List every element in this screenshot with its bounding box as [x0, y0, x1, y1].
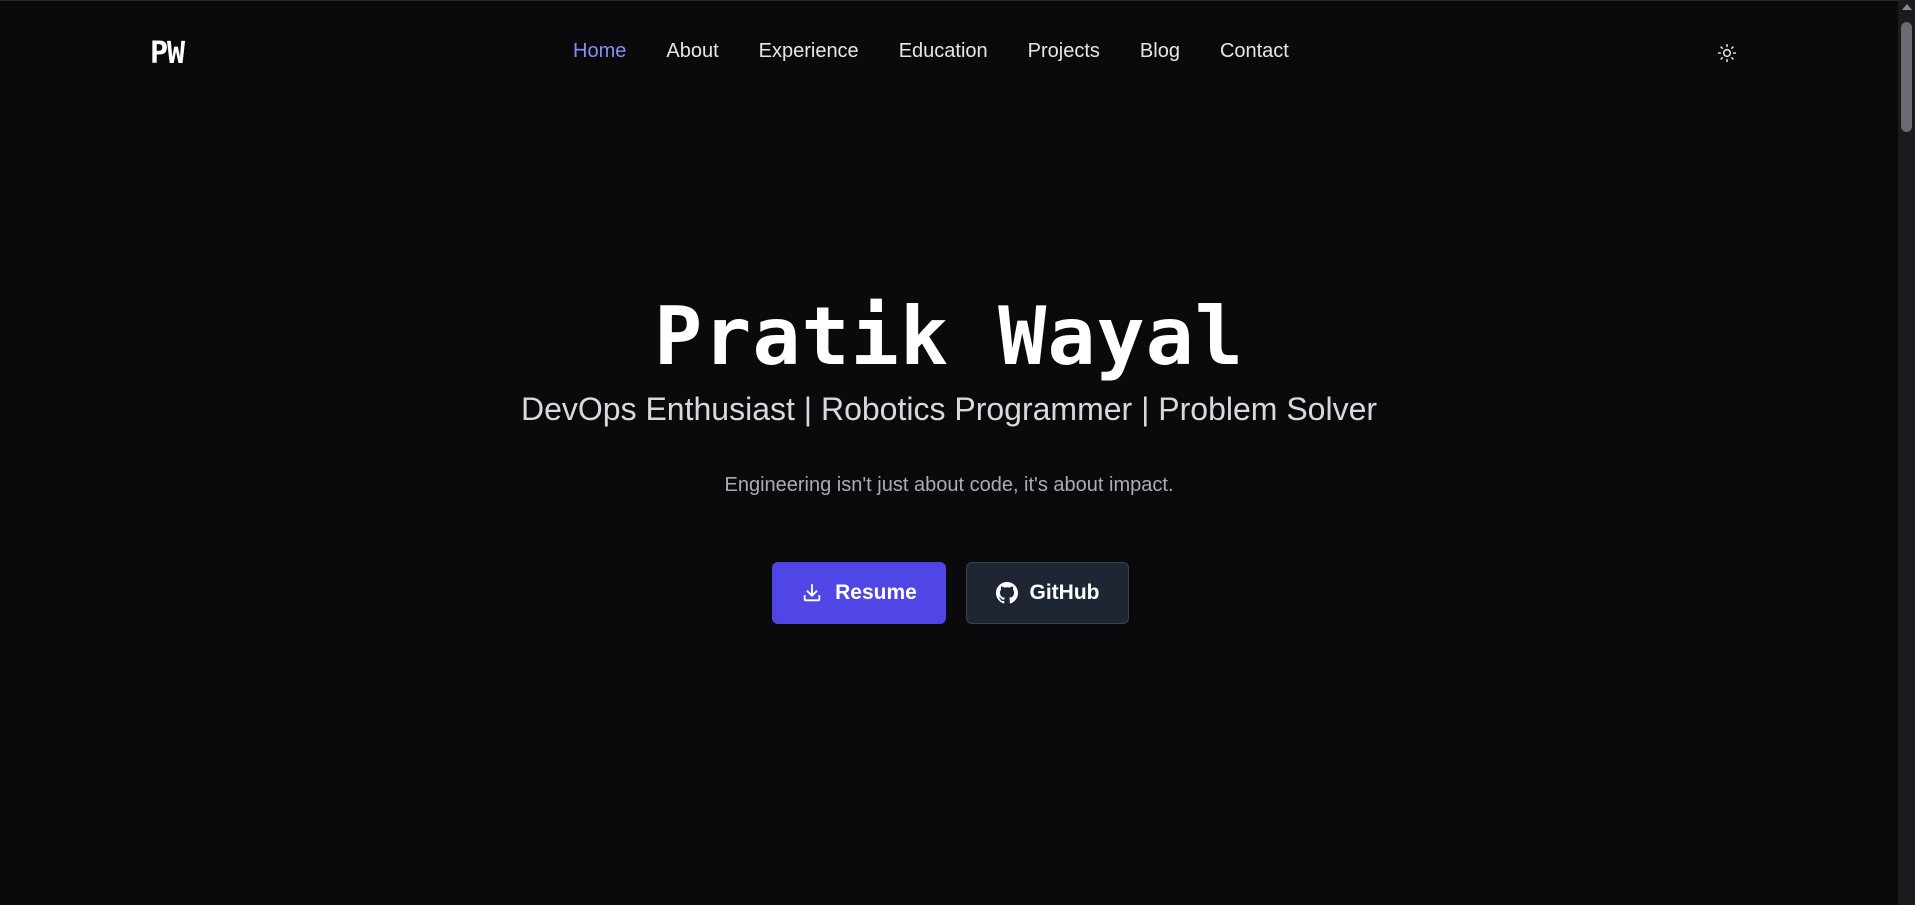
hero-motto: Engineering isn't just about code, it's … [724, 474, 1174, 496]
resume-button-label: Resume [835, 581, 917, 604]
site-logo[interactable]: PW [150, 36, 185, 71]
nav-link-about[interactable]: About [666, 40, 718, 63]
sun-icon [1717, 43, 1737, 63]
nav-link-experience[interactable]: Experience [759, 40, 859, 63]
nav-link-contact[interactable]: Contact [1220, 40, 1289, 63]
nav-links: Home About Experience Education Projects… [573, 40, 1289, 63]
scroll-up-arrow[interactable] [1902, 4, 1912, 10]
hero-name: Pratik Wayal [654, 290, 1244, 383]
theme-toggle-button[interactable] [1716, 42, 1738, 64]
github-button-label: GitHub [1029, 581, 1100, 604]
scrollbar-thumb[interactable] [1901, 22, 1912, 132]
nav-link-projects[interactable]: Projects [1028, 40, 1100, 63]
nav-link-blog[interactable]: Blog [1140, 40, 1180, 63]
download-icon [803, 583, 821, 602]
scrollbar[interactable] [1898, 0, 1915, 905]
nav-link-home[interactable]: Home [573, 40, 626, 63]
nav-link-education[interactable]: Education [899, 40, 988, 63]
github-button[interactable]: GitHub [966, 562, 1129, 624]
navbar: PW Home About Experience Education Proje… [0, 0, 1898, 108]
hero-tagline: DevOps Enthusiast | Robotics Programmer … [520, 391, 1378, 427]
resume-button[interactable]: Resume [772, 562, 946, 624]
github-icon [995, 582, 1018, 604]
